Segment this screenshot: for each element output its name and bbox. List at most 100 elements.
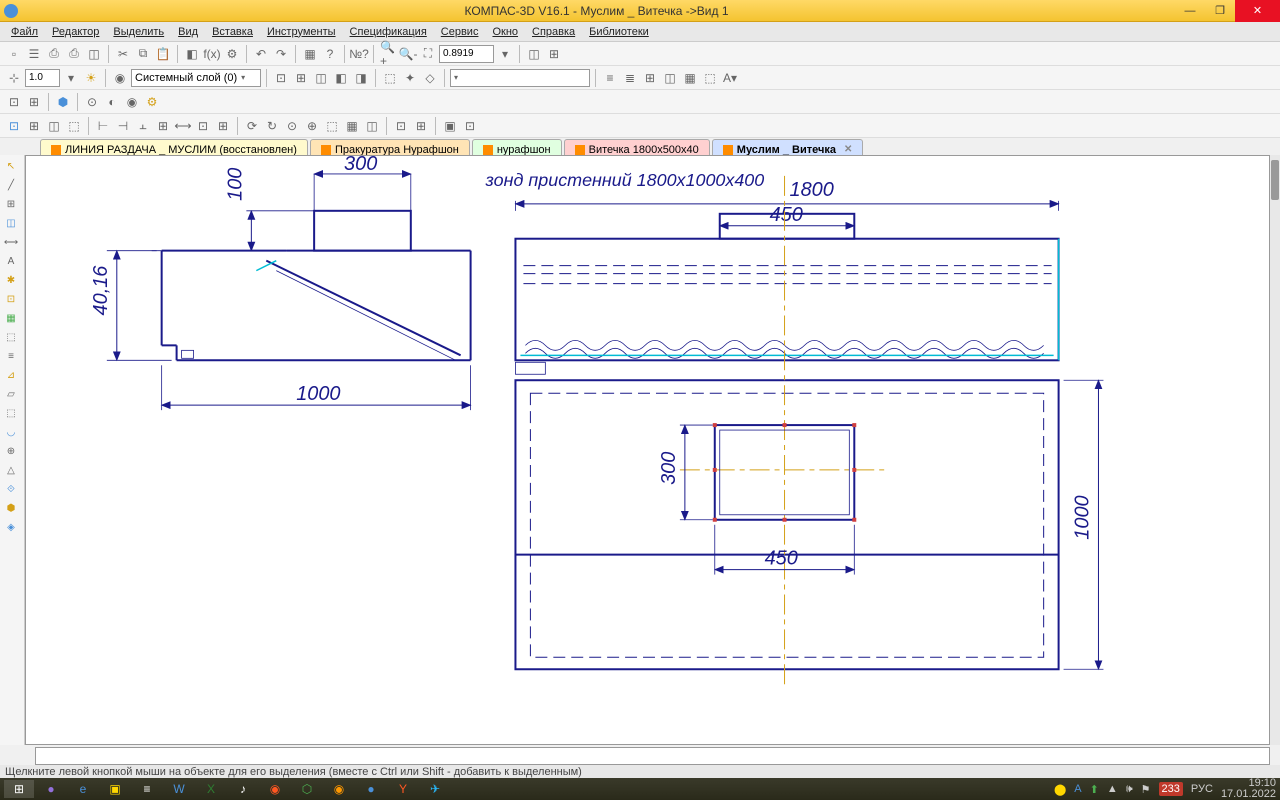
style-combo[interactable]: [450, 69, 590, 87]
layer-icon[interactable]: ☀: [82, 69, 100, 87]
menu-select[interactable]: Выделить: [107, 24, 170, 40]
tool-icon[interactable]: ✱: [2, 271, 20, 289]
menu-help[interactable]: Справка: [526, 24, 581, 40]
keyboard-badge[interactable]: 233: [1159, 782, 1183, 796]
tool-icon[interactable]: ⬚: [381, 69, 399, 87]
tool-icon[interactable]: ⊕: [303, 117, 321, 135]
task-icon[interactable]: ●: [36, 780, 66, 798]
tool-icon[interactable]: ◫: [2, 214, 20, 232]
tool-icon[interactable]: A▾: [721, 69, 739, 87]
menu-file[interactable]: Файл: [5, 24, 44, 40]
tool-icon[interactable]: ▦: [2, 309, 20, 327]
tool-icon[interactable]: ⊞: [641, 69, 659, 87]
tool-icon[interactable]: ⊡: [194, 117, 212, 135]
tool-icon[interactable]: ◈: [2, 518, 20, 536]
tool-icon[interactable]: ⬢: [2, 499, 20, 517]
tool-icon[interactable]: ⟷: [174, 117, 192, 135]
tool-icon[interactable]: ⬚: [65, 117, 83, 135]
start-button[interactable]: ⊞: [4, 780, 34, 798]
tool-icon[interactable]: ⟳: [243, 117, 261, 135]
tool-icon[interactable]: ◇: [421, 69, 439, 87]
snap-icon[interactable]: ⊹: [5, 69, 23, 87]
tool-icon[interactable]: ⬚: [323, 117, 341, 135]
dropdown-icon[interactable]: ▾: [62, 69, 80, 87]
tool-icon[interactable]: ⊞: [214, 117, 232, 135]
tool-icon[interactable]: ▦: [343, 117, 361, 135]
save-icon[interactable]: ⎙: [45, 45, 63, 63]
layer-toggle-icon[interactable]: ◉: [111, 69, 129, 87]
close-button[interactable]: ✕: [1235, 0, 1280, 22]
tool-icon[interactable]: ⬚: [2, 328, 20, 346]
task-icon[interactable]: ✈: [420, 780, 450, 798]
menu-lib[interactable]: Библиотеки: [583, 24, 655, 40]
scale-input[interactable]: [25, 69, 60, 87]
drawing-canvas[interactable]: зонд пристенний 1800x1000x400 300 100 40…: [26, 156, 1269, 744]
menu-view[interactable]: Вид: [172, 24, 204, 40]
copy-icon[interactable]: ⧉: [134, 45, 152, 63]
tray-icon[interactable]: ⚑: [1141, 783, 1151, 796]
tool-icon[interactable]: ◧: [183, 45, 201, 63]
print-icon[interactable]: ⎙: [65, 45, 83, 63]
tool-icon[interactable]: ⊡: [272, 69, 290, 87]
drawing-area[interactable]: зонд пристенний 1800x1000x400 300 100 40…: [25, 155, 1270, 745]
menu-edit[interactable]: Редактор: [46, 24, 105, 40]
tool-icon[interactable]: ⊡: [2, 290, 20, 308]
undo-icon[interactable]: ↶: [252, 45, 270, 63]
tool-icon[interactable]: ✦: [401, 69, 419, 87]
tool-icon[interactable]: ◫: [363, 117, 381, 135]
gear-icon[interactable]: ⚙: [143, 93, 161, 111]
line-icon[interactable]: ╱: [2, 176, 20, 194]
tool-icon[interactable]: ⊞: [545, 45, 563, 63]
tool-icon[interactable]: ⊕: [2, 442, 20, 460]
tool-icon[interactable]: ⊞: [154, 117, 172, 135]
zoom-value-input[interactable]: [439, 45, 494, 63]
tray-icon[interactable]: A: [1074, 783, 1081, 795]
text-icon[interactable]: A: [2, 252, 20, 270]
tool-icon[interactable]: ⊞: [412, 117, 430, 135]
tool-icon[interactable]: ▦: [301, 45, 319, 63]
task-icon[interactable]: ▣: [100, 780, 130, 798]
language-indicator[interactable]: РУС: [1191, 783, 1213, 795]
tool-icon[interactable]: ⬚: [701, 69, 719, 87]
dim-icon[interactable]: ⟷: [2, 233, 20, 251]
tray-icon[interactable]: ⬤: [1054, 783, 1066, 796]
tool-icon[interactable]: △: [2, 461, 20, 479]
task-icon[interactable]: e: [68, 780, 98, 798]
zoom-fit-icon[interactable]: ⛶: [419, 45, 437, 63]
tool-icon[interactable]: ⊞: [2, 195, 20, 213]
arc-icon[interactable]: ◡: [2, 423, 20, 441]
dropdown-icon[interactable]: ▾: [496, 45, 514, 63]
scroll-thumb[interactable]: [1271, 160, 1279, 200]
zoom-in-icon[interactable]: 🔍+: [379, 45, 397, 63]
task-icon[interactable]: ♪: [228, 780, 258, 798]
clock[interactable]: 19:10 17.01.2022: [1221, 778, 1276, 800]
tool-icon[interactable]: ⊡: [392, 117, 410, 135]
vertical-scrollbar[interactable]: [1270, 155, 1280, 745]
task-icon[interactable]: ⬡: [292, 780, 322, 798]
cursor-icon[interactable]: ↖: [2, 157, 20, 175]
redo-icon[interactable]: ↷: [272, 45, 290, 63]
preview-icon[interactable]: ◫: [85, 45, 103, 63]
tool-icon[interactable]: ≡: [601, 69, 619, 87]
command-input[interactable]: [35, 747, 1270, 765]
paste-icon[interactable]: 📋: [154, 45, 172, 63]
tool-icon[interactable]: ⟐: [2, 480, 20, 498]
tool-icon[interactable]: ⊢: [94, 117, 112, 135]
tool-icon[interactable]: ⊞: [25, 117, 43, 135]
task-icon[interactable]: ●: [356, 780, 386, 798]
open-icon[interactable]: ☰: [25, 45, 43, 63]
tool-icon[interactable]: ⫠: [134, 117, 152, 135]
tool-icon[interactable]: ⊙: [83, 93, 101, 111]
menu-insert[interactable]: Вставка: [206, 24, 259, 40]
cube-icon[interactable]: ⬢: [54, 93, 72, 111]
tool-icon[interactable]: ⊣: [114, 117, 132, 135]
tool-icon[interactable]: ◫: [661, 69, 679, 87]
tool-icon[interactable]: ◧: [332, 69, 350, 87]
tool-icon[interactable]: ◫: [45, 117, 63, 135]
task-icon[interactable]: Y: [388, 780, 418, 798]
tool-icon[interactable]: ◫: [525, 45, 543, 63]
tool-icon[interactable]: ◉: [123, 93, 141, 111]
menu-tools[interactable]: Инструменты: [261, 24, 342, 40]
tool-icon[interactable]: ⊞: [292, 69, 310, 87]
help-icon[interactable]: №?: [350, 45, 368, 63]
